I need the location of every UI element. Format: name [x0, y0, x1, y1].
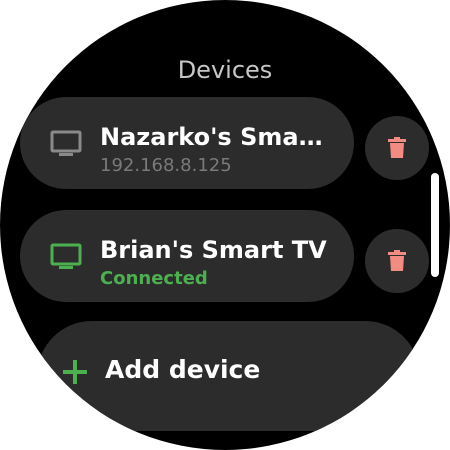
- delete-device-button[interactable]: [365, 229, 429, 293]
- device-card-brian[interactable]: Brian's Smart TV Connected: [20, 210, 354, 302]
- delete-device-button[interactable]: [365, 116, 429, 180]
- plus-icon: [63, 360, 87, 384]
- page-title: Devices: [177, 56, 273, 84]
- device-name: Brian's Smart TV: [100, 236, 327, 264]
- tv-icon: [50, 130, 82, 156]
- trash-icon: [388, 137, 406, 158]
- add-device-button[interactable]: Add device: [37, 321, 420, 431]
- device-card-nazarko[interactable]: Nazarko's Sma… 192.168.8.125: [20, 97, 354, 189]
- device-status: Connected: [100, 268, 208, 289]
- add-device-label: Add device: [105, 355, 261, 384]
- trash-icon: [388, 250, 406, 271]
- scrollbar[interactable]: [431, 173, 439, 277]
- watch-screen: Devices Nazarko's Sma… 192.168.8.125 Bri…: [0, 0, 450, 450]
- device-name: Nazarko's Sma…: [100, 123, 323, 151]
- tv-icon: [50, 243, 82, 269]
- device-ip: 192.168.8.125: [100, 155, 232, 176]
